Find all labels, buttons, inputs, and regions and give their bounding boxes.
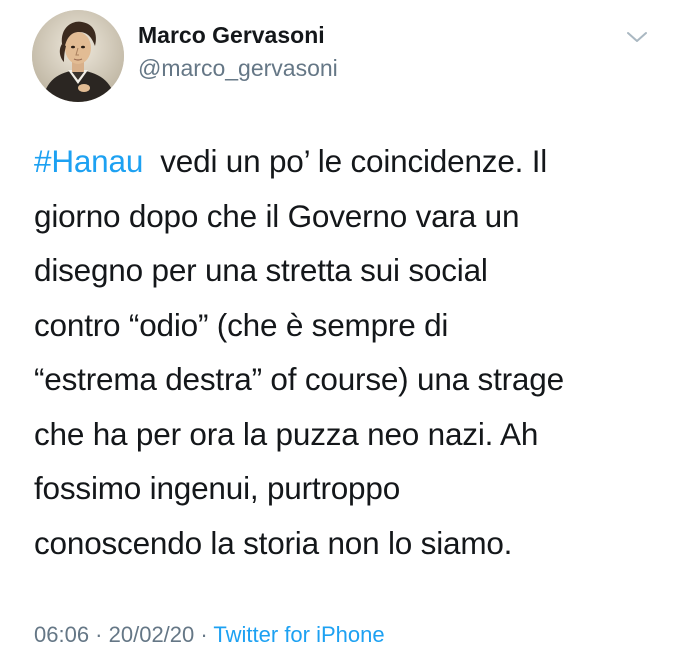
- chevron-down-icon[interactable]: [626, 30, 648, 44]
- tweet-line-6: che ha per ora la puzza neo nazi. Ah: [34, 415, 539, 452]
- tweet-date[interactable]: 20/02/20: [109, 622, 195, 647]
- hashtag-link[interactable]: #Hanau: [34, 143, 143, 179]
- tweet-line-3: disegno per una stretta sui social: [34, 252, 488, 288]
- tweet-text-segment: vedi un po’ le coincidenze. Il: [143, 143, 548, 179]
- tweet-time[interactable]: 06:06: [34, 622, 89, 647]
- meta-separator: ·: [89, 622, 109, 647]
- tweet-line-1: #Hanau vedi un po’ le coincidenze. Il: [34, 134, 654, 189]
- tweet-line-7: fossimo ingenui, purtroppo: [34, 470, 401, 506]
- tweet-source-link[interactable]: Twitter for iPhone: [213, 622, 384, 647]
- tweet-card: Marco Gervasoni @marco_gervasoni #Hanau …: [0, 0, 680, 669]
- tweet-metadata: 06:06 · 20/02/20 · Twitter for iPhone: [34, 622, 385, 648]
- author-handle[interactable]: @marco_gervasoni: [138, 55, 338, 82]
- tweet-line-4: contro “odio” (che è sempre di: [34, 306, 449, 343]
- meta-separator: ·: [194, 622, 214, 647]
- author-display-name[interactable]: Marco Gervasoni: [138, 22, 325, 49]
- tweet-line-5: “estrema destra” of course) una strage: [34, 361, 564, 397]
- avatar-portrait-image: [32, 10, 124, 102]
- tweet-line-8: conoscendo la storia non lo siamo.: [34, 524, 513, 561]
- tweet-text: #Hanau vedi un po’ le coincidenze. Il gi…: [34, 134, 654, 570]
- tweet-line-2: giorno dopo che il Governo vara un: [34, 197, 520, 234]
- avatar[interactable]: [32, 10, 124, 102]
